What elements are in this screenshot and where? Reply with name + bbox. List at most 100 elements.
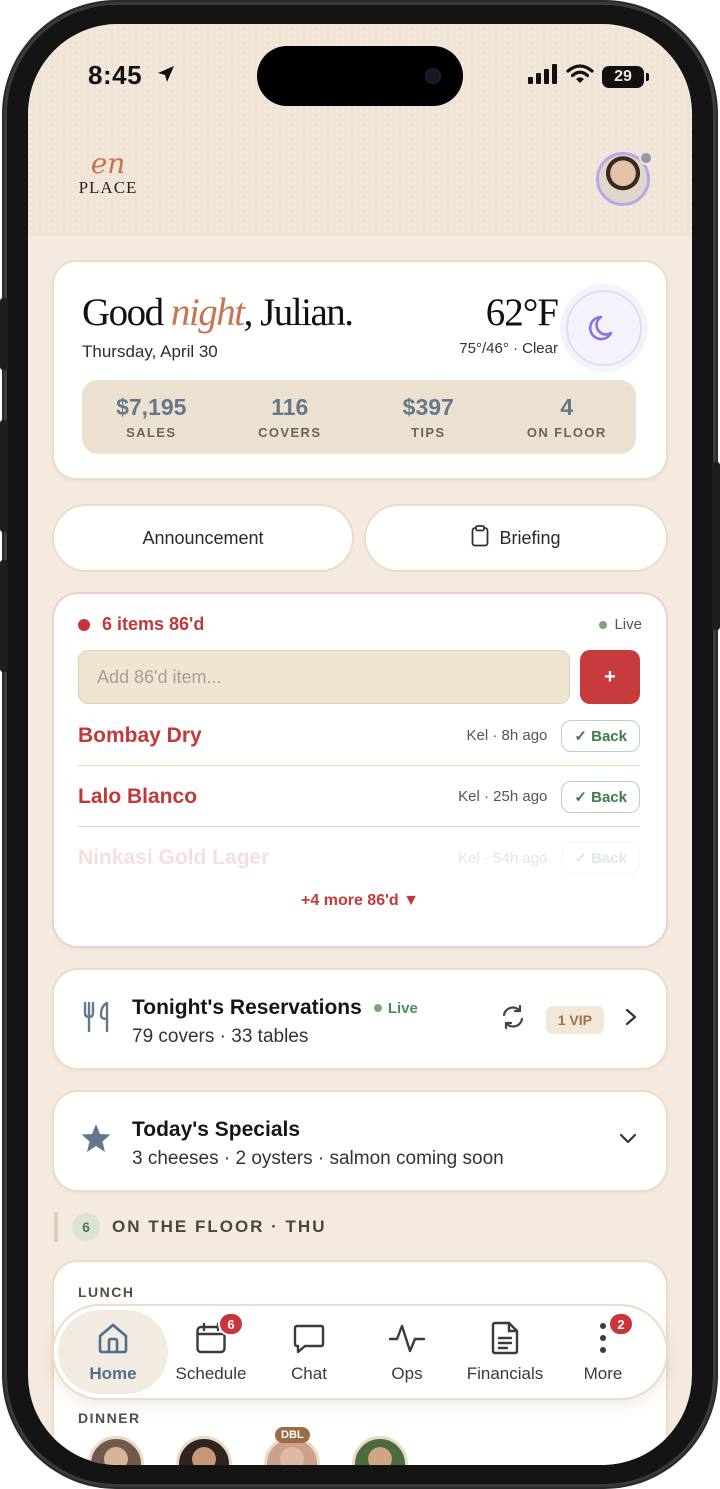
eighty-six-item: Lalo Blanco Kel · 25h ago ✓ Back — [78, 767, 640, 827]
chevron-right-icon[interactable] — [624, 1007, 638, 1032]
item-meta: Kel · 25h ago — [458, 788, 548, 805]
stat-label: COVERS — [258, 425, 322, 440]
item-meta: Kel · 54h ago — [458, 849, 548, 867]
reservations-title: Tonight's Reservations — [132, 996, 362, 1019]
reservations-live: Live — [373, 999, 418, 1017]
stat-label: SALES — [126, 425, 177, 440]
reservations-actions: 1 VIP — [500, 1004, 638, 1035]
greeting-suffix: , Julian. — [243, 291, 354, 334]
side-button-volume-down — [0, 560, 8, 672]
presence-indicator — [639, 151, 653, 165]
live-dot-icon — [599, 620, 608, 629]
item-name: Lalo Blanco — [78, 784, 198, 808]
battery-level: 29 — [614, 67, 632, 85]
stat-value: $7,195 — [116, 394, 187, 420]
chevron-down-icon[interactable] — [618, 1132, 638, 1151]
logo-top-text: en — [90, 147, 126, 180]
on-the-floor-header: 6 ON THE FLOOR · THU — [54, 1212, 326, 1242]
eighty-six-header: 6 items 86'd — [78, 614, 204, 635]
show-more-86-button[interactable]: +4 more 86'd ▼ — [54, 892, 666, 910]
specials-card[interactable]: Today's Specials 3 cheeses · 2 oysters ·… — [54, 1092, 666, 1190]
specials-title: Today's Specials — [132, 1118, 301, 1141]
utensils-icon — [80, 1000, 114, 1039]
specials-header: Today's Specials — [132, 1118, 300, 1142]
greeting-prefix: Good — [82, 291, 171, 334]
profile-avatar[interactable] — [596, 151, 653, 206]
add-86-input[interactable] — [78, 650, 570, 704]
back-button[interactable]: ✓ Back — [561, 842, 640, 874]
briefing-button[interactable]: Briefing — [366, 506, 666, 570]
camera-icon — [425, 68, 441, 84]
tab-more[interactable]: More 2 — [554, 1306, 652, 1398]
tab-schedule[interactable]: Schedule 6 — [162, 1306, 260, 1398]
double-shift-badge: DBL — [275, 1427, 310, 1443]
stat-on-floor[interactable]: 4 ON FLOOR — [507, 394, 627, 440]
stat-value: 116 — [271, 394, 309, 420]
tab-label: Home — [89, 1363, 137, 1383]
location-arrow-icon — [156, 64, 176, 89]
greeting-title: Good night, Julian. — [82, 290, 354, 335]
side-button-volume-up — [0, 420, 8, 532]
stat-label: TIPS — [411, 425, 446, 440]
eighty-six-card: 6 items 86'd Live + Bombay Dry Kel · 8h … — [54, 594, 666, 946]
tab-ops[interactable]: Ops — [358, 1306, 456, 1398]
tab-label: Schedule — [175, 1363, 247, 1383]
tab-label: Chat — [291, 1363, 327, 1383]
star-icon — [80, 1122, 112, 1159]
eighty-six-item: Bombay Dry Kel · 8h ago ✓ Back — [78, 706, 640, 766]
stat-label: ON FLOOR — [526, 425, 607, 440]
live-dot-icon — [373, 1004, 382, 1012]
lunch-label: LUNCH — [78, 1284, 135, 1300]
stats-bar: $7,195 SALES 116 COVERS $397 TIPS 4 ON FLOOR — [82, 380, 636, 454]
reservations-card[interactable]: Tonight's Reservations Live 79 covers · … — [54, 970, 666, 1068]
reservations-header: Tonight's Reservations Live — [132, 996, 418, 1020]
stat-value: 4 — [560, 394, 574, 420]
item-name: Ninkasi Gold Lager — [78, 846, 270, 869]
side-button-action — [0, 298, 8, 370]
floor-title: ON THE FLOOR · THU — [112, 1217, 327, 1236]
live-label: Live — [614, 616, 642, 633]
side-button-power — [712, 462, 720, 630]
reservations-summary: 79 covers · 33 tables — [132, 1026, 309, 1047]
signal-icon — [528, 64, 558, 89]
stat-covers[interactable]: 116 COVERS — [230, 394, 350, 440]
wifi-icon — [566, 64, 594, 89]
app-screen: 8:45 29 en PLACE Good night, Julian. Thu… — [28, 24, 692, 1465]
back-button[interactable]: ✓ Back — [561, 719, 640, 752]
pulse-icon — [388, 1321, 426, 1360]
dinner-label: DINNER — [78, 1410, 141, 1426]
tab-bar: Home Schedule 6 Chat Ops Financials More… — [54, 1306, 666, 1398]
refresh-icon[interactable] — [500, 1004, 526, 1035]
stat-sales[interactable]: $7,195 SALES — [91, 394, 211, 440]
add-86-button[interactable]: + — [580, 650, 640, 704]
eighty-six-item: Ninkasi Gold Lager Kel · 54h ago ✓ Back — [78, 828, 640, 888]
tab-chat[interactable]: Chat — [260, 1306, 358, 1398]
clipboard-icon — [471, 524, 489, 552]
battery-icon: 29 — [602, 65, 649, 88]
tab-label: Ops — [391, 1363, 423, 1383]
vip-badge: 1 VIP — [545, 1005, 604, 1034]
announcement-label: Announcement — [142, 527, 264, 548]
tab-home[interactable]: Home — [64, 1306, 162, 1398]
stat-tips[interactable]: $397 TIPS — [368, 394, 488, 440]
specials-summary: 3 cheeses · 2 oysters · salmon coming so… — [132, 1148, 504, 1169]
weather-summary: 75°/46° · Clear — [459, 340, 558, 357]
stat-value: $397 — [402, 394, 454, 420]
temperature: 62°F — [485, 291, 559, 334]
tab-financials[interactable]: Financials — [456, 1306, 554, 1398]
greeting-card: Good night, Julian. Thursday, April 30 6… — [54, 262, 666, 478]
tab-label: Financials — [466, 1363, 544, 1383]
logo-bottom-text: PLACE — [78, 178, 138, 197]
document-icon — [490, 1321, 520, 1360]
notification-badge: 2 — [608, 1312, 634, 1336]
live-label: Live — [387, 999, 418, 1017]
moon-icon[interactable] — [566, 290, 642, 366]
item-name: Bombay Dry — [78, 723, 202, 747]
home-icon — [96, 1321, 130, 1360]
app-logo[interactable]: en PLACE — [78, 147, 138, 198]
item-meta: Kel · 8h ago — [466, 727, 548, 744]
tab-label: More — [583, 1363, 623, 1383]
announcement-button[interactable]: Announcement — [54, 506, 352, 570]
back-button[interactable]: ✓ Back — [561, 780, 640, 813]
status-time: 8:45 — [88, 60, 143, 90]
